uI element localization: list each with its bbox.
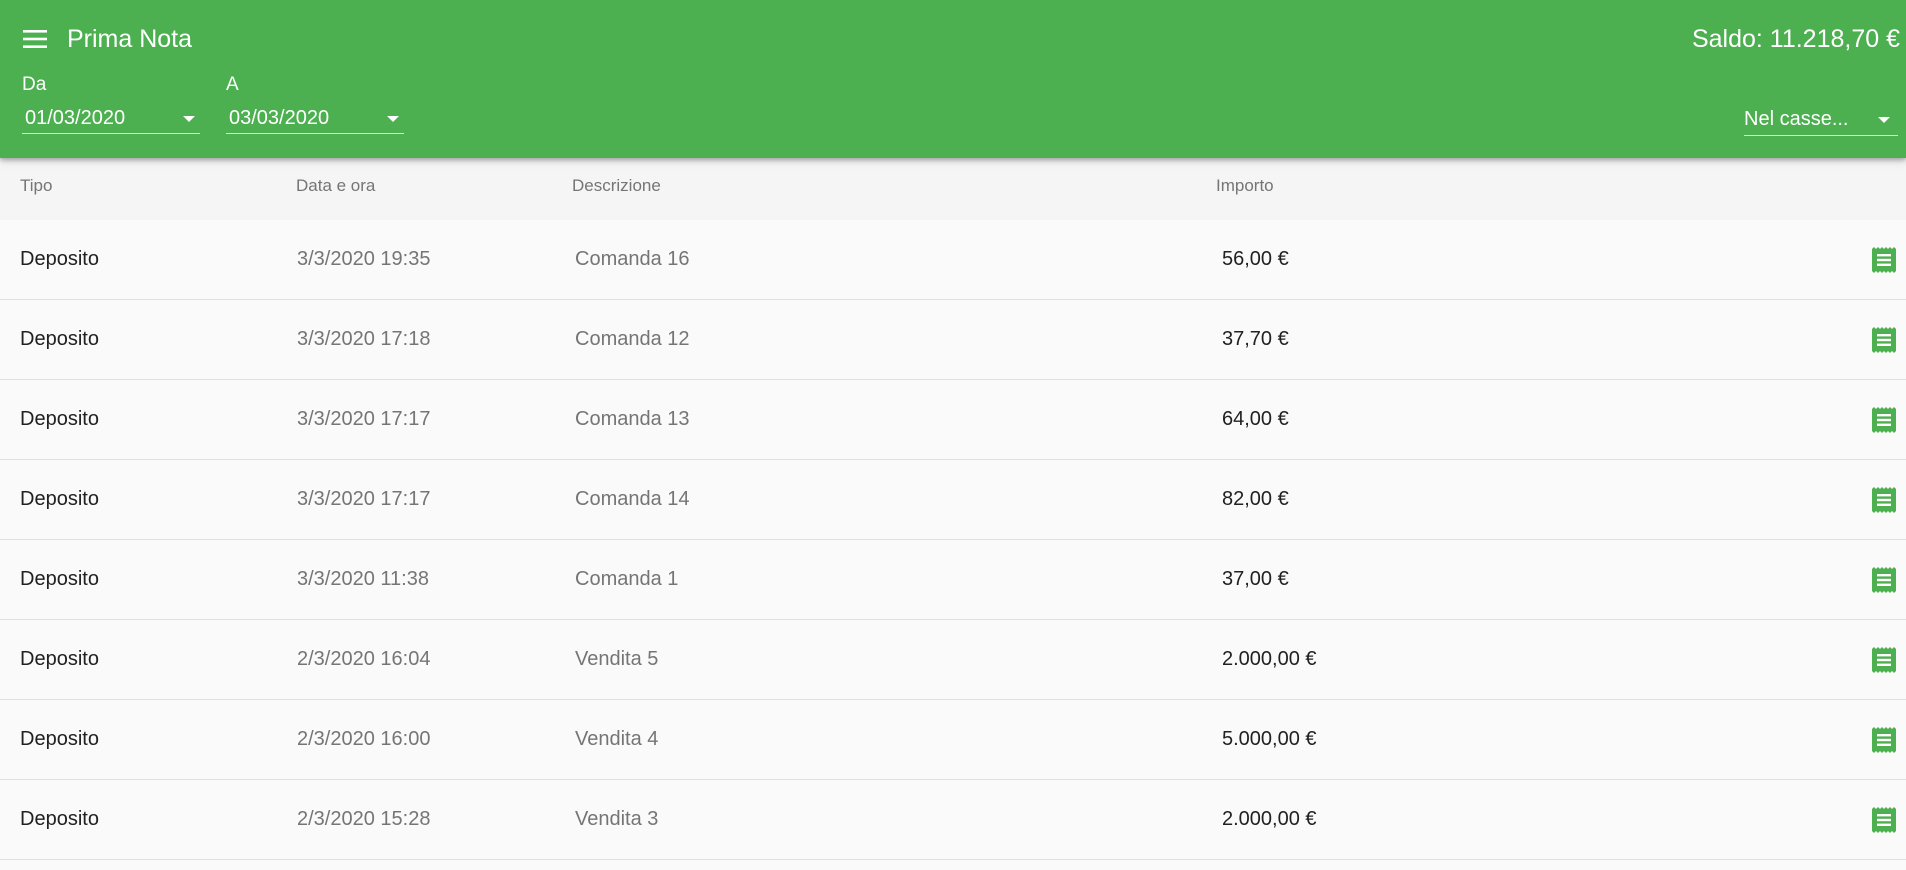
cell-importo: 64,00 €: [1222, 408, 1289, 430]
transactions-list: Deposito 3/3/2020 19:35 Comanda 16 56,00…: [0, 220, 1906, 860]
menu-icon: [23, 30, 47, 48]
cell-descrizione: Comanda 13: [575, 408, 690, 430]
table-row[interactable]: Deposito 3/3/2020 17:18 Comanda 12 37,70…: [0, 300, 1906, 380]
table-header: Tipo Data e ora Descrizione Importo: [0, 158, 1906, 220]
date-from-field: Da 01/03/2020: [22, 74, 200, 134]
cell-data: 3/3/2020 17:17: [297, 488, 431, 510]
date-from-label: Da: [22, 74, 47, 95]
cell-importo: 2.000,00 €: [1222, 648, 1317, 670]
cell-descrizione: Comanda 16: [575, 248, 690, 270]
cell-tipo: Deposito: [20, 648, 99, 670]
receipt-icon[interactable]: [1872, 807, 1896, 833]
menu-button[interactable]: [18, 24, 52, 54]
table-row[interactable]: Deposito 3/3/2020 19:35 Comanda 16 56,00…: [0, 220, 1906, 300]
cell-tipo: Deposito: [20, 488, 99, 510]
cell-importo: 37,70 €: [1222, 328, 1289, 350]
chevron-down-icon: [1878, 116, 1890, 123]
cell-importo: 2.000,00 €: [1222, 808, 1317, 830]
cell-tipo: Deposito: [20, 328, 99, 350]
cell-data: 2/3/2020 16:00: [297, 728, 431, 750]
cell-data: 3/3/2020 17:18: [297, 328, 431, 350]
table-row[interactable]: Deposito 2/3/2020 16:00 Vendita 4 5.000,…: [0, 700, 1906, 780]
receipt-icon[interactable]: [1872, 567, 1896, 593]
date-to-label: A: [226, 74, 239, 95]
date-to-value: 03/03/2020: [229, 107, 330, 129]
app-bar: Prima Nota Saldo: 11.218,70 € Da 01/03/2…: [0, 0, 1906, 158]
chevron-down-icon: [183, 115, 195, 122]
balance-display: Saldo: 11.218,70 €: [1691, 25, 1900, 53]
cell-tipo: Deposito: [20, 728, 99, 750]
cell-descrizione: Comanda 1: [575, 568, 679, 590]
cell-tipo: Deposito: [20, 248, 99, 270]
receipt-icon[interactable]: [1872, 487, 1896, 513]
cash-register-select[interactable]: Nel casse...: [1744, 104, 1898, 136]
cell-data: 3/3/2020 17:17: [297, 408, 431, 430]
cell-data: 3/3/2020 19:35: [297, 248, 431, 270]
cell-importo: 37,00 €: [1222, 568, 1289, 590]
cell-importo: 56,00 €: [1222, 248, 1289, 270]
cell-tipo: Deposito: [20, 808, 99, 830]
date-to-select[interactable]: 03/03/2020: [226, 104, 404, 134]
receipt-icon[interactable]: [1872, 407, 1896, 433]
receipt-icon[interactable]: [1872, 647, 1896, 673]
cell-data: 3/3/2020 11:38: [297, 568, 429, 590]
cell-data: 2/3/2020 15:28: [297, 808, 431, 830]
cell-descrizione: Vendita 3: [575, 808, 659, 830]
date-from-value: 01/03/2020: [25, 107, 126, 129]
table-row[interactable]: Deposito 3/3/2020 17:17 Comanda 13 64,00…: [0, 380, 1906, 460]
date-from-select[interactable]: 01/03/2020: [22, 104, 200, 134]
cell-descrizione: Vendita 4: [575, 728, 659, 750]
cell-importo: 82,00 €: [1222, 488, 1289, 510]
column-header-descrizione: Descrizione: [572, 176, 661, 195]
column-header-data: Data e ora: [296, 176, 376, 195]
cell-descrizione: Comanda 12: [575, 328, 690, 350]
cell-importo: 5.000,00 €: [1222, 728, 1317, 750]
table-row[interactable]: Deposito 2/3/2020 15:28 Vendita 3 2.000,…: [0, 780, 1906, 860]
table-row[interactable]: Deposito 3/3/2020 17:17 Comanda 14 82,00…: [0, 460, 1906, 540]
table-row[interactable]: Deposito 2/3/2020 16:04 Vendita 5 2.000,…: [0, 620, 1906, 700]
cell-tipo: Deposito: [20, 408, 99, 430]
cell-data: 2/3/2020 16:04: [297, 648, 431, 670]
cell-descrizione: Vendita 5: [575, 648, 659, 670]
cell-descrizione: Comanda 14: [575, 488, 690, 510]
column-header-tipo: Tipo: [20, 176, 53, 195]
cell-tipo: Deposito: [20, 568, 99, 590]
receipt-icon[interactable]: [1872, 727, 1896, 753]
date-to-field: A 03/03/2020: [226, 74, 404, 134]
table-row[interactable]: Deposito 3/3/2020 11:38 Comanda 1 37,00 …: [0, 540, 1906, 620]
column-header-importo: Importo: [1216, 176, 1274, 195]
chevron-down-icon: [387, 115, 399, 122]
receipt-icon[interactable]: [1872, 247, 1896, 273]
page-title: Prima Nota: [67, 25, 193, 53]
receipt-icon[interactable]: [1872, 327, 1896, 353]
cash-register-value: Nel casse...: [1744, 108, 1849, 130]
